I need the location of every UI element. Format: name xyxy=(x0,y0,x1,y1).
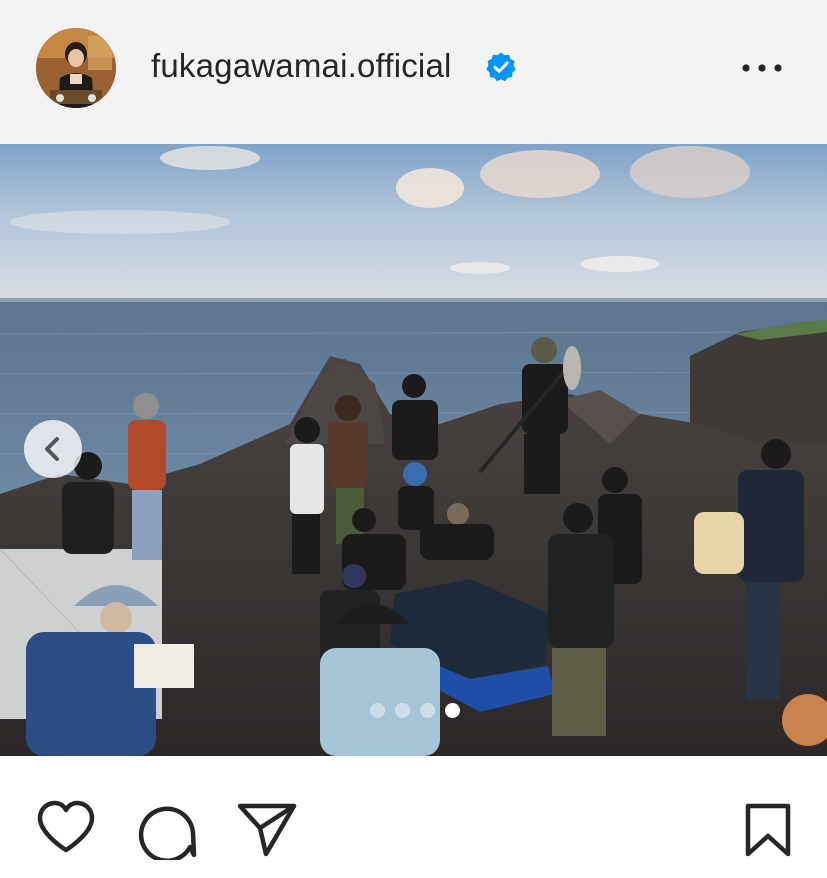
heart-icon[interactable] xyxy=(36,800,96,856)
comment-icon[interactable] xyxy=(137,800,197,860)
username[interactable]: fukagawamai.official xyxy=(151,44,452,88)
post-header: fukagawamai.official xyxy=(0,0,827,144)
bookmark-icon[interactable] xyxy=(742,802,794,860)
carousel-dot xyxy=(420,703,435,718)
carousel-dot-active xyxy=(445,703,460,718)
send-icon[interactable] xyxy=(236,800,298,858)
post-image[interactable] xyxy=(0,144,827,756)
carousel-prev-button[interactable] xyxy=(24,420,82,478)
chevron-left-icon xyxy=(45,437,59,461)
carousel-indicator xyxy=(0,700,827,720)
verified-badge-icon xyxy=(486,52,516,82)
post-actions xyxy=(0,756,827,878)
carousel-dot xyxy=(395,703,410,718)
film-crew-coastal-photo xyxy=(0,144,827,756)
avatar[interactable] xyxy=(36,28,116,108)
avatar-photo xyxy=(36,28,116,108)
more-options-icon[interactable] xyxy=(738,52,786,84)
carousel-dot xyxy=(370,703,385,718)
